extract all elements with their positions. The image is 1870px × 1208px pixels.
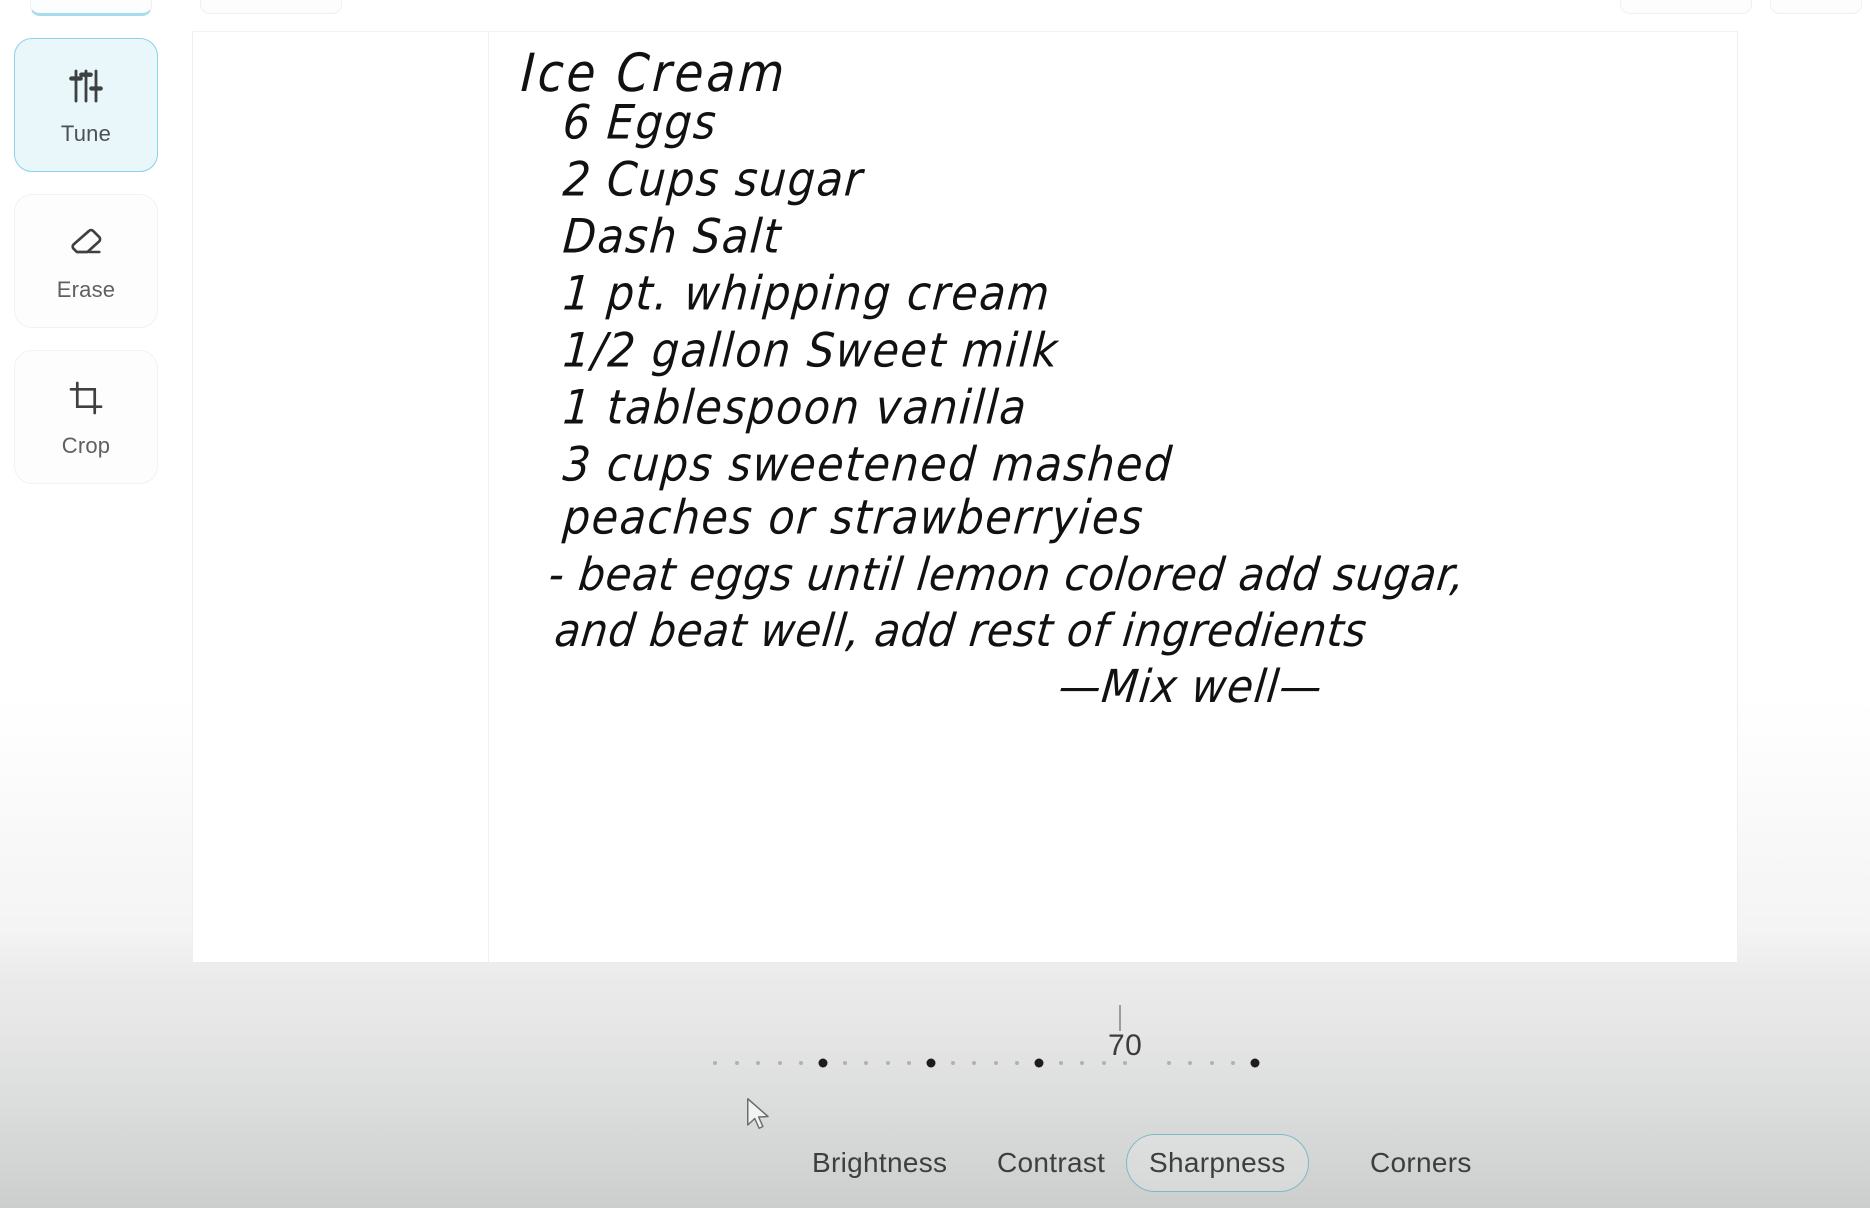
slider-tick-minor bbox=[864, 1061, 869, 1065]
top-bar-cutoff bbox=[0, 0, 1870, 22]
slider-tick-minor bbox=[1209, 1061, 1214, 1065]
ingredient-line: 1 tablespoon vanilla bbox=[561, 380, 1030, 436]
slider-value-label: 70 bbox=[1108, 1029, 1143, 1062]
tab-brightness[interactable]: Brightness bbox=[790, 1134, 969, 1192]
slider-tick-minor bbox=[756, 1061, 761, 1065]
tool-button-crop[interactable]: Crop bbox=[14, 350, 158, 484]
slider-tick-major bbox=[926, 1058, 936, 1068]
slider-tick-major bbox=[1034, 1058, 1044, 1068]
slider-tick-minor bbox=[713, 1061, 717, 1065]
top-chip-c bbox=[1620, 0, 1752, 14]
tool-label-crop: Crop bbox=[61, 433, 111, 458]
scanner-editor-window: Tune Erase Crop Ice Cream 6 Eggs 2 Cups … bbox=[0, 0, 1870, 1208]
slider-tick-minor bbox=[907, 1061, 912, 1065]
slider-tick-minor bbox=[777, 1061, 782, 1065]
slider-tick-minor bbox=[1080, 1061, 1085, 1065]
slider-tick-minor bbox=[1188, 1061, 1193, 1065]
slider-tick-minor bbox=[972, 1061, 977, 1065]
mouse-cursor bbox=[744, 1096, 774, 1134]
ingredient-line: 2 Cups sugar bbox=[561, 152, 866, 208]
tab-contrast[interactable]: Contrast bbox=[975, 1134, 1127, 1192]
slider-tick-major bbox=[818, 1058, 828, 1068]
ingredient-line: 6 Eggs bbox=[561, 95, 720, 151]
tool-rail: Tune Erase Crop bbox=[14, 38, 160, 506]
ingredient-line: 1 pt. whipping cream bbox=[561, 266, 1053, 322]
slider-tick-minor bbox=[799, 1061, 804, 1065]
tool-label-erase: Erase bbox=[56, 277, 116, 302]
slider-tick-major bbox=[1250, 1058, 1260, 1068]
tool-button-tune[interactable]: Tune bbox=[14, 38, 158, 172]
slider-track[interactable] bbox=[713, 1055, 1260, 1071]
slider-tick-minor bbox=[842, 1061, 847, 1065]
slider-tick-minor bbox=[885, 1061, 890, 1065]
instruction-line: - beat eggs until lemon colored add suga… bbox=[546, 548, 1468, 601]
crop-icon bbox=[63, 375, 109, 421]
ingredient-line: Dash Salt bbox=[561, 209, 784, 265]
top-chip-b bbox=[200, 0, 342, 14]
slider-tick-minor bbox=[1015, 1061, 1020, 1065]
slider-tick-minor bbox=[1231, 1061, 1236, 1065]
ingredient-line: 3 cups sweetened mashed bbox=[561, 437, 1175, 493]
handwritten-recipe: Ice Cream 6 Eggs 2 Cups sugar Dash Salt … bbox=[489, 32, 1737, 962]
slider-tick-minor bbox=[950, 1061, 955, 1065]
tool-label-tune: Tune bbox=[60, 121, 112, 146]
slider-tick-minor bbox=[993, 1061, 998, 1065]
ingredient-line: peaches or strawberryies bbox=[561, 490, 1146, 546]
slider-indicator bbox=[1119, 1005, 1121, 1031]
tab-corners[interactable]: Corners bbox=[1348, 1134, 1494, 1192]
sliders-icon bbox=[63, 63, 109, 109]
slider-tick-minor bbox=[734, 1061, 739, 1065]
tab-sharpness[interactable]: Sharpness bbox=[1126, 1134, 1309, 1192]
top-chip-d bbox=[1770, 0, 1862, 14]
ingredient-line: 1/2 gallon Sweet milk bbox=[561, 323, 1061, 379]
slider-tick-minor bbox=[1101, 1061, 1106, 1065]
document-left-margin bbox=[193, 32, 489, 962]
slider-tick-minor bbox=[1058, 1061, 1063, 1065]
slider-tick-minor bbox=[1166, 1061, 1171, 1065]
recipe-signoff: —Mix well— bbox=[1056, 660, 1326, 713]
tool-button-erase[interactable]: Erase bbox=[14, 194, 158, 328]
top-chip-a bbox=[30, 0, 152, 16]
adjustment-slider[interactable] bbox=[0, 1015, 1870, 1085]
instruction-line: and beat well, add rest of ingredients bbox=[552, 604, 1370, 657]
eraser-icon bbox=[63, 219, 109, 265]
adjustment-tabs: Brightness Contrast Sharpness Corners bbox=[0, 1134, 1870, 1196]
document-preview-canvas[interactable]: Ice Cream 6 Eggs 2 Cups sugar Dash Salt … bbox=[192, 31, 1738, 963]
recipe-title: Ice Cream bbox=[519, 42, 789, 105]
